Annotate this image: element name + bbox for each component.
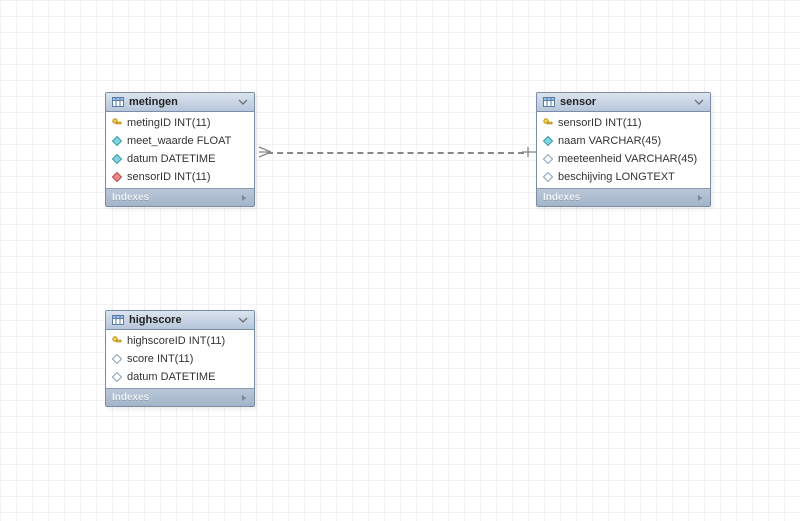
column-row[interactable]: datum DATETIME — [106, 368, 254, 386]
diamond-filled-cyan-icon — [112, 136, 122, 146]
column-label: highscoreID INT(11) — [127, 335, 225, 347]
crow-foot-one-icon — [522, 145, 536, 159]
column-label: meeteenheid VARCHAR(45) — [558, 153, 697, 165]
column-row[interactable]: naam VARCHAR(45) — [537, 132, 710, 150]
indexes-label: Indexes — [112, 392, 149, 403]
indexes-section[interactable]: Indexes — [537, 188, 710, 206]
relation-metingen-sensor[interactable] — [267, 152, 524, 154]
columns-list: sensorID INT(11) naam VARCHAR(45) meetee… — [537, 112, 710, 188]
chevron-right-icon — [240, 194, 248, 202]
chevron-down-icon[interactable] — [694, 97, 704, 107]
column-label: meet_waarde FLOAT — [127, 135, 231, 147]
chevron-right-icon — [240, 394, 248, 402]
table-icon — [112, 96, 124, 108]
table-header-highscore[interactable]: highscore — [106, 311, 254, 330]
column-label: score INT(11) — [127, 353, 193, 365]
indexes-label: Indexes — [112, 192, 149, 203]
table-title: metingen — [129, 96, 233, 108]
table-highscore[interactable]: highscore highscoreID INT(11) score INT(… — [105, 310, 255, 407]
key-icon — [112, 336, 122, 346]
chevron-right-icon — [696, 194, 704, 202]
indexes-label: Indexes — [543, 192, 580, 203]
canvas-grid — [0, 0, 800, 521]
column-row[interactable]: metingID INT(11) — [106, 114, 254, 132]
indexes-section[interactable]: Indexes — [106, 388, 254, 406]
column-row[interactable]: meet_waarde FLOAT — [106, 132, 254, 150]
crow-foot-many-icon — [257, 145, 271, 159]
chevron-down-icon[interactable] — [238, 97, 248, 107]
table-title: highscore — [129, 314, 233, 326]
column-label: sensorID INT(11) — [558, 117, 642, 129]
chevron-down-icon[interactable] — [238, 315, 248, 325]
table-metingen[interactable]: metingen metingID INT(11) meet_waarde FL… — [105, 92, 255, 207]
column-label: sensorID INT(11) — [127, 171, 211, 183]
column-row[interactable]: beschijving LONGTEXT — [537, 168, 710, 186]
indexes-section[interactable]: Indexes — [106, 188, 254, 206]
column-label: metingID INT(11) — [127, 117, 211, 129]
column-row[interactable]: sensorID INT(11) — [537, 114, 710, 132]
column-row[interactable]: highscoreID INT(11) — [106, 332, 254, 350]
diamond-filled-cyan-icon — [543, 136, 553, 146]
table-sensor[interactable]: sensor sensorID INT(11) naam VARCHAR(45)… — [536, 92, 711, 207]
table-icon — [112, 314, 124, 326]
column-label: beschijving LONGTEXT — [558, 171, 675, 183]
diamond-filled-red-icon — [112, 172, 122, 182]
table-header-sensor[interactable]: sensor — [537, 93, 710, 112]
diamond-open-icon — [543, 154, 553, 164]
columns-list: metingID INT(11) meet_waarde FLOAT datum… — [106, 112, 254, 188]
key-icon — [543, 118, 553, 128]
table-title: sensor — [560, 96, 689, 108]
table-icon — [543, 96, 555, 108]
column-row[interactable]: score INT(11) — [106, 350, 254, 368]
column-label: datum DATETIME — [127, 153, 215, 165]
column-label: naam VARCHAR(45) — [558, 135, 661, 147]
column-row[interactable]: datum DATETIME — [106, 150, 254, 168]
diamond-open-icon — [112, 372, 122, 382]
key-icon — [112, 118, 122, 128]
diamond-open-icon — [112, 354, 122, 364]
table-header-metingen[interactable]: metingen — [106, 93, 254, 112]
column-row[interactable]: meeteenheid VARCHAR(45) — [537, 150, 710, 168]
diamond-filled-cyan-icon — [112, 154, 122, 164]
column-label: datum DATETIME — [127, 371, 215, 383]
columns-list: highscoreID INT(11) score INT(11) datum … — [106, 330, 254, 388]
column-row[interactable]: sensorID INT(11) — [106, 168, 254, 186]
diamond-open-icon — [543, 172, 553, 182]
